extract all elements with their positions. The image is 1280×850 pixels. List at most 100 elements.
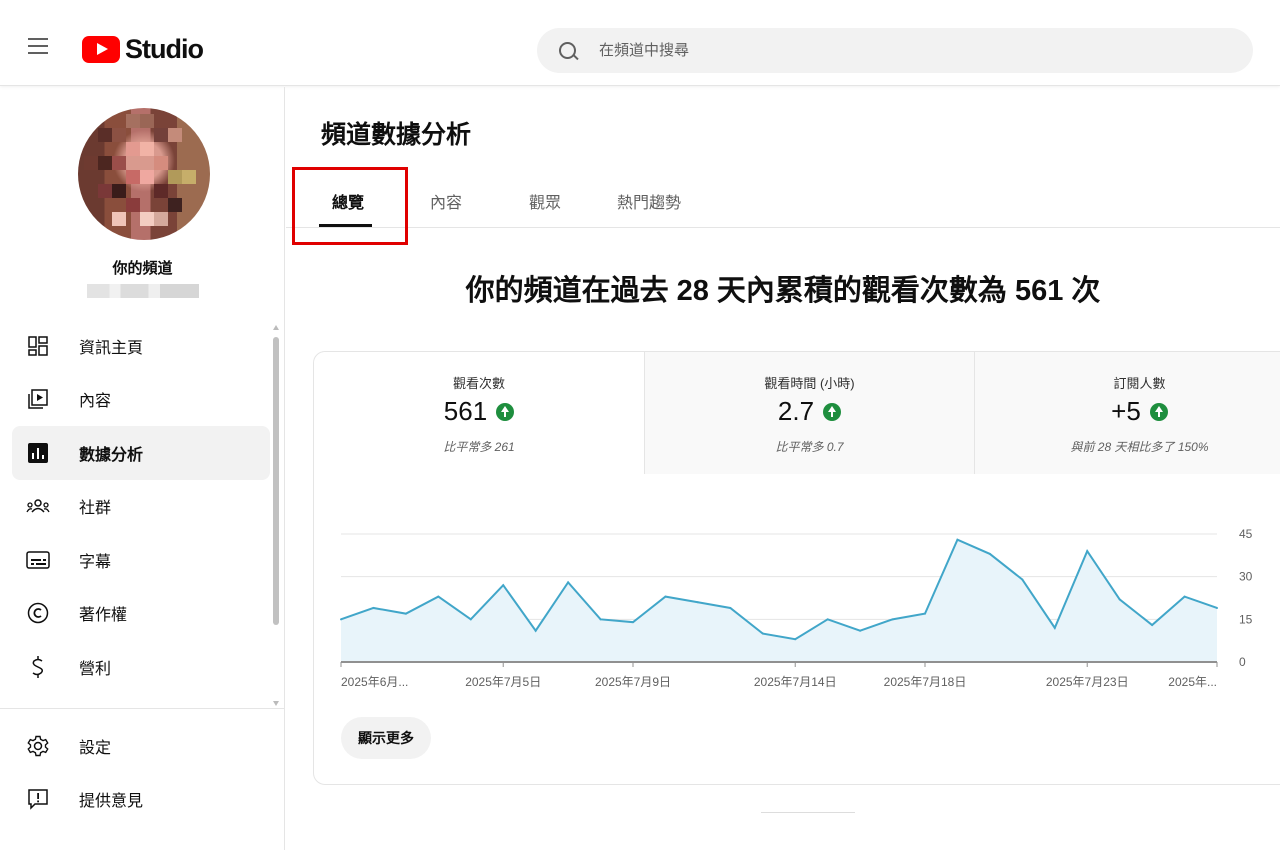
data-point bbox=[340, 618, 342, 621]
sidebar-item-earn[interactable]: 營利 bbox=[12, 640, 270, 694]
search-icon[interactable] bbox=[557, 40, 579, 62]
x-tick-label: 2025年... bbox=[1168, 675, 1217, 689]
metric-subscribers[interactable]: 訂閱人數 +5 與前 28 天相比多了 150% bbox=[974, 352, 1280, 474]
logo-text: Studio bbox=[125, 34, 204, 64]
trend-up-icon bbox=[496, 402, 515, 421]
data-point bbox=[859, 629, 862, 632]
sidebar-bottom-nav: 設定 提供意見 bbox=[12, 719, 270, 826]
sidebar-item-settings[interactable]: 設定 bbox=[12, 719, 270, 773]
sidebar-item-analytics[interactable]: 數據分析 bbox=[12, 426, 270, 480]
metric-views[interactable]: 觀看次數 561 比平常多 261 bbox=[314, 352, 644, 474]
data-point bbox=[1086, 550, 1089, 553]
data-point bbox=[372, 606, 375, 609]
data-point bbox=[664, 595, 667, 598]
sidebar-item-dashboard[interactable]: 資訊主頁 bbox=[12, 319, 270, 373]
trend-up-icon bbox=[1149, 402, 1168, 421]
sidebar-item-label: 提供意見 bbox=[79, 793, 144, 811]
data-point bbox=[1151, 624, 1154, 627]
tab-content[interactable]: 內容 bbox=[430, 189, 462, 213]
dashboard-icon bbox=[26, 334, 50, 358]
chart-area bbox=[341, 539, 1217, 662]
metric-tabs: 觀看次數 561 比平常多 261 觀看時間 (小時) 2.7 比平常多 0.7… bbox=[314, 352, 1280, 474]
data-point bbox=[599, 618, 602, 621]
scroll-down-arrow-icon[interactable] bbox=[273, 701, 279, 706]
metric-value-row: +5 bbox=[975, 396, 1280, 427]
subtitles-icon bbox=[26, 548, 50, 572]
data-point bbox=[567, 581, 570, 584]
avatar[interactable] bbox=[78, 108, 210, 240]
x-tick-label: 2025年7月23日 bbox=[1046, 675, 1129, 689]
analytics-icon bbox=[26, 441, 50, 465]
data-point bbox=[1021, 578, 1024, 581]
tab-audience[interactable]: 觀眾 bbox=[529, 189, 561, 213]
channel-name[interactable]: 你的頻道 bbox=[0, 257, 285, 278]
show-more-button[interactable]: 顯示更多 bbox=[341, 717, 431, 759]
metric-value: 2.7 bbox=[777, 396, 815, 426]
sidebar-item-label: 營利 bbox=[79, 660, 112, 678]
metric-comparison: 比平常多 261 bbox=[443, 440, 515, 454]
data-point bbox=[469, 618, 472, 621]
metric-label: 觀看時間 (小時) bbox=[764, 376, 855, 391]
sidebar-item-content[interactable]: 內容 bbox=[12, 373, 270, 427]
sidebar-item-copyright[interactable]: 著作權 bbox=[12, 587, 270, 641]
tab-trends[interactable]: 熱門趨勢 bbox=[617, 189, 681, 213]
data-point bbox=[729, 606, 732, 609]
studio-logo[interactable]: Studio bbox=[82, 34, 204, 65]
page-title: 頻道數據分析 bbox=[321, 121, 472, 149]
sidebar-nav: 資訊主頁 內容 數據分析 社群 字幕 著作權 營利 bbox=[12, 319, 270, 694]
main-content: 頻道數據分析 總覽 內容 觀眾 熱門趨勢 你的頻道在過去 28 天內累積的觀看次… bbox=[286, 87, 1280, 850]
y-tick-label: 30 bbox=[1239, 570, 1253, 584]
x-tick-label: 2025年6月... bbox=[341, 675, 408, 689]
y-tick-label: 45 bbox=[1239, 527, 1253, 541]
metric-comparison: 比平常多 0.7 bbox=[775, 440, 844, 454]
data-point bbox=[988, 552, 991, 555]
sidebar-divider bbox=[0, 708, 285, 709]
search-bar[interactable] bbox=[537, 28, 1253, 73]
data-point bbox=[632, 621, 634, 624]
channel-handle-redacted bbox=[87, 284, 199, 298]
sidebar-item-community[interactable]: 社群 bbox=[12, 480, 270, 534]
metric-watch-time[interactable]: 觀看時間 (小時) 2.7 比平常多 0.7 bbox=[644, 352, 974, 474]
data-point bbox=[437, 595, 440, 598]
data-point bbox=[696, 601, 699, 604]
sidebar-scrollbar[interactable] bbox=[272, 325, 280, 706]
data-point bbox=[404, 612, 407, 615]
menu-icon[interactable] bbox=[28, 38, 52, 58]
divider bbox=[761, 812, 855, 813]
x-tick-label: 2025年7月9日 bbox=[595, 675, 671, 689]
community-icon bbox=[26, 494, 50, 518]
x-tick-label: 2025年7月5日 bbox=[465, 675, 541, 689]
scroll-up-arrow-icon[interactable] bbox=[273, 325, 279, 330]
data-point bbox=[502, 584, 505, 587]
sidebar-item-label: 內容 bbox=[79, 393, 112, 411]
settings-icon bbox=[26, 734, 50, 758]
data-point bbox=[924, 612, 926, 615]
data-point bbox=[1053, 626, 1056, 629]
sidebar-item-subtitles[interactable]: 字幕 bbox=[12, 533, 270, 587]
data-point bbox=[826, 618, 829, 621]
data-point bbox=[794, 638, 797, 641]
x-tick-label: 2025年7月14日 bbox=[754, 675, 837, 689]
metric-value-row: 561 bbox=[314, 396, 644, 427]
content-icon bbox=[26, 387, 50, 411]
sidebar-item-label: 數據分析 bbox=[79, 446, 144, 464]
scroll-thumb[interactable] bbox=[273, 337, 279, 625]
search-input[interactable] bbox=[599, 42, 1199, 59]
metric-value: 561 bbox=[443, 396, 488, 426]
views-chart[interactable]: 45 30 15 0 2025年6月... 2025年7月5日 2025年7月9日 2025年… bbox=[314, 492, 1280, 712]
data-point bbox=[891, 618, 894, 621]
metric-value: +5 bbox=[1111, 396, 1141, 426]
sidebar-item-feedback[interactable]: 提供意見 bbox=[12, 773, 270, 827]
overview-card: 觀看次數 561 比平常多 261 觀看時間 (小時) 2.7 比平常多 0.7… bbox=[313, 351, 1280, 785]
metric-label: 觀看次數 bbox=[452, 376, 505, 391]
top-bar: Studio bbox=[0, 0, 1280, 86]
sidebar-item-label: 資訊主頁 bbox=[79, 339, 144, 357]
x-tick-label: 2025年7月18日 bbox=[884, 675, 967, 689]
youtube-play-icon bbox=[82, 36, 120, 63]
data-point bbox=[761, 632, 764, 635]
y-tick-label: 15 bbox=[1239, 612, 1253, 626]
tab-bar: 總覽 內容 觀眾 熱門趨勢 bbox=[286, 175, 1280, 228]
metric-comparison: 與前 28 天相比多了 150% bbox=[1070, 440, 1209, 454]
feedback-icon bbox=[26, 787, 50, 811]
data-point bbox=[1118, 598, 1121, 601]
